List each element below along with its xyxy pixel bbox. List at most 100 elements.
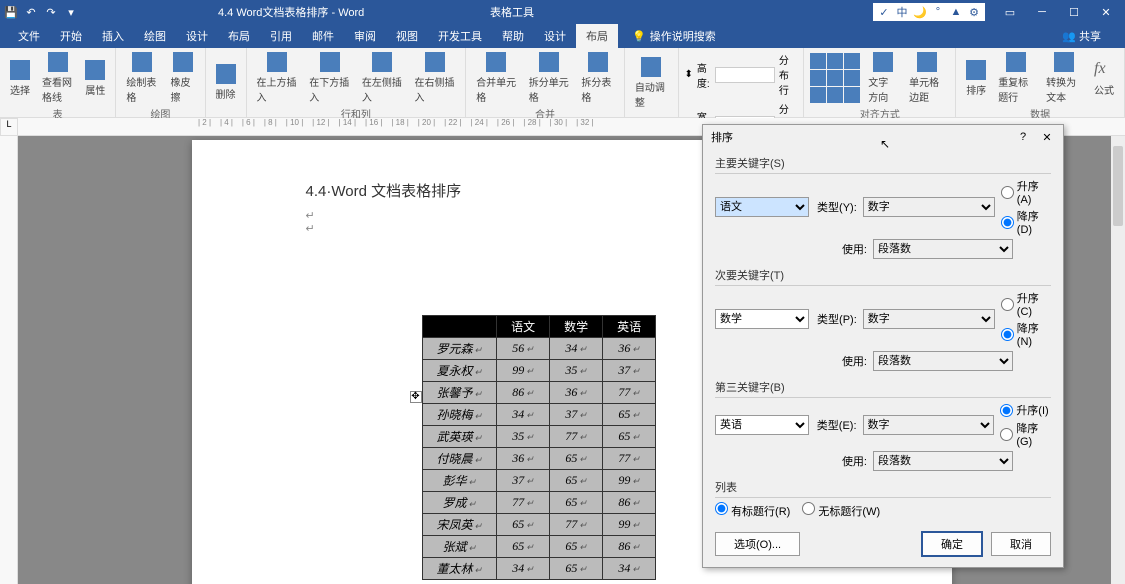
table-row[interactable]: 罗元森↵56↵34↵36↵ — [422, 338, 656, 360]
data-table[interactable]: 语文数学英语罗元森↵56↵34↵36↵夏永权↵99↵35↵37↵张馨予↵86↵3… — [422, 315, 657, 580]
tell-me-search[interactable]: 💡 操作说明搜索 — [628, 24, 720, 48]
eraser-button[interactable]: 橡皮擦 — [166, 50, 198, 106]
table-cell[interactable]: 77↵ — [603, 448, 656, 470]
secondary-field-select[interactable]: 数学 — [715, 309, 809, 329]
table-cell[interactable]: 武英瑛↵ — [422, 426, 497, 448]
tertiary-asc-radio[interactable]: 升序(I) — [1000, 402, 1051, 418]
delete-button[interactable]: 删除 — [212, 62, 240, 103]
split-cells-button[interactable]: 拆分单元格 — [525, 50, 574, 106]
convert-text-button[interactable]: 转换为文本 — [1042, 50, 1086, 106]
tab-table-design[interactable]: 设计 — [534, 24, 576, 48]
close-icon[interactable]: ✕ — [1039, 129, 1055, 145]
table-cell[interactable]: 65↵ — [550, 558, 603, 580]
table-cell[interactable]: 张馨予↵ — [422, 382, 497, 404]
secondary-asc-radio[interactable]: 升序(C) — [1001, 290, 1051, 318]
tab-mailings[interactable]: 邮件 — [302, 24, 344, 48]
tertiary-type-select[interactable]: 数字 — [863, 415, 995, 435]
table-cell[interactable]: 夏永权↵ — [422, 360, 497, 382]
help-icon[interactable]: ? — [1015, 129, 1031, 145]
formula-button[interactable]: fx公式 — [1090, 58, 1118, 99]
table-cell[interactable]: 彭华↵ — [422, 470, 497, 492]
table-cell[interactable]: 付晓晨↵ — [422, 448, 497, 470]
align-mr-icon[interactable] — [844, 70, 860, 86]
tab-insert[interactable]: 插入 — [92, 24, 134, 48]
table-row[interactable]: 付晓晨↵36↵65↵77↵ — [422, 448, 656, 470]
align-bl-icon[interactable] — [810, 87, 826, 103]
table-cell[interactable]: 77↵ — [550, 426, 603, 448]
table-cell[interactable]: 99↵ — [497, 360, 550, 382]
table-cell[interactable]: 37↵ — [603, 360, 656, 382]
maximize-icon[interactable]: ☐ — [1059, 1, 1089, 23]
table-cell[interactable]: 86↵ — [603, 492, 656, 514]
tab-developer[interactable]: 开发工具 — [428, 24, 492, 48]
minimize-icon[interactable]: ─ — [1027, 1, 1057, 23]
sort-button[interactable]: 排序 — [962, 58, 990, 99]
tab-home[interactable]: 开始 — [50, 24, 92, 48]
tab-table-layout[interactable]: 布局 — [576, 24, 618, 48]
table-cell[interactable]: 65↵ — [603, 404, 656, 426]
table-cell[interactable]: 罗成↵ — [422, 492, 497, 514]
table-row[interactable]: 董太林↵34↵65↵34↵ — [422, 558, 656, 580]
table-cell[interactable]: 99↵ — [603, 514, 656, 536]
table-row[interactable]: 彭华↵37↵65↵99↵ — [422, 470, 656, 492]
secondary-type-select[interactable]: 数字 — [863, 309, 995, 329]
table-row[interactable]: 孙晓梅↵34↵37↵65↵ — [422, 404, 656, 426]
tab-help[interactable]: 帮助 — [492, 24, 534, 48]
table-cell[interactable]: 65↵ — [497, 536, 550, 558]
table-cell[interactable]: 董太林↵ — [422, 558, 497, 580]
split-table-button[interactable]: 拆分表格 — [577, 50, 617, 106]
height-input[interactable] — [715, 67, 775, 83]
tab-references[interactable]: 引用 — [260, 24, 302, 48]
tertiary-field-select[interactable]: 英语 — [715, 415, 809, 435]
table-cell[interactable]: 张斌↵ — [422, 536, 497, 558]
table-row[interactable]: 张馨予↵86↵36↵77↵ — [422, 382, 656, 404]
primary-field-select[interactable]: 语文 — [715, 197, 809, 217]
view-gridlines-button[interactable]: 查看网格线 — [38, 50, 77, 106]
table-cell[interactable]: 77↵ — [603, 382, 656, 404]
tab-design[interactable]: 设计 — [176, 24, 218, 48]
table-move-handle[interactable]: ✥ — [410, 391, 422, 403]
align-ml-icon[interactable] — [810, 70, 826, 86]
cell-margins-button[interactable]: 单元格边距 — [905, 50, 949, 106]
autofit-button[interactable]: 自动调整 — [631, 55, 672, 111]
table-cell[interactable]: 36↵ — [603, 338, 656, 360]
tertiary-desc-radio[interactable]: 降序(G) — [1000, 420, 1051, 448]
tab-view[interactable]: 视图 — [386, 24, 428, 48]
scrollbar-thumb[interactable] — [1113, 146, 1123, 226]
draw-table-button[interactable]: 绘制表格 — [122, 50, 162, 106]
properties-button[interactable]: 属性 — [81, 58, 109, 99]
share-button[interactable]: 👥 共享 — [1054, 24, 1109, 48]
undo-icon[interactable]: ↶ — [24, 5, 38, 19]
table-cell[interactable]: 56↵ — [497, 338, 550, 360]
align-tc-icon[interactable] — [827, 53, 843, 69]
table-cell[interactable]: 罗元森↵ — [422, 338, 497, 360]
close-icon[interactable]: ✕ — [1091, 1, 1121, 23]
insert-right-button[interactable]: 在右侧插入 — [411, 50, 460, 106]
table-cell[interactable]: 孙晓梅↵ — [422, 404, 497, 426]
table-cell[interactable]: 宋凤英↵ — [422, 514, 497, 536]
dist-rows-button[interactable]: 分布行 — [779, 52, 797, 97]
table-row[interactable]: 夏永权↵99↵35↵37↵ — [422, 360, 656, 382]
redo-icon[interactable]: ↷ — [44, 5, 58, 19]
no-header-radio[interactable]: 无标题行(W) — [802, 502, 880, 519]
table-cell[interactable]: 34↵ — [550, 338, 603, 360]
primary-asc-radio[interactable]: 升序(A) — [1001, 178, 1051, 206]
table-cell[interactable]: 77↵ — [497, 492, 550, 514]
table-cell[interactable]: 65↵ — [550, 470, 603, 492]
cancel-button[interactable]: 取消 — [991, 532, 1051, 556]
text-direction-button[interactable]: 文字方向 — [864, 50, 901, 106]
table-cell[interactable]: 86↵ — [497, 382, 550, 404]
align-bc-icon[interactable] — [827, 87, 843, 103]
secondary-desc-radio[interactable]: 降序(N) — [1001, 320, 1051, 348]
table-cell[interactable]: 37↵ — [550, 404, 603, 426]
ruler-vertical[interactable] — [0, 136, 18, 584]
vertical-scrollbar[interactable] — [1111, 136, 1125, 584]
ribbon-options-icon[interactable]: ▭ — [995, 1, 1025, 23]
primary-type-select[interactable]: 数字 — [863, 197, 995, 217]
align-mc-icon[interactable] — [827, 70, 843, 86]
insert-above-button[interactable]: 在上方插入 — [253, 50, 302, 106]
repeat-header-button[interactable]: 重复标题行 — [994, 50, 1038, 106]
table-cell[interactable]: 37↵ — [497, 470, 550, 492]
table-cell[interactable]: 65↵ — [550, 536, 603, 558]
table-cell[interactable]: 34↵ — [603, 558, 656, 580]
